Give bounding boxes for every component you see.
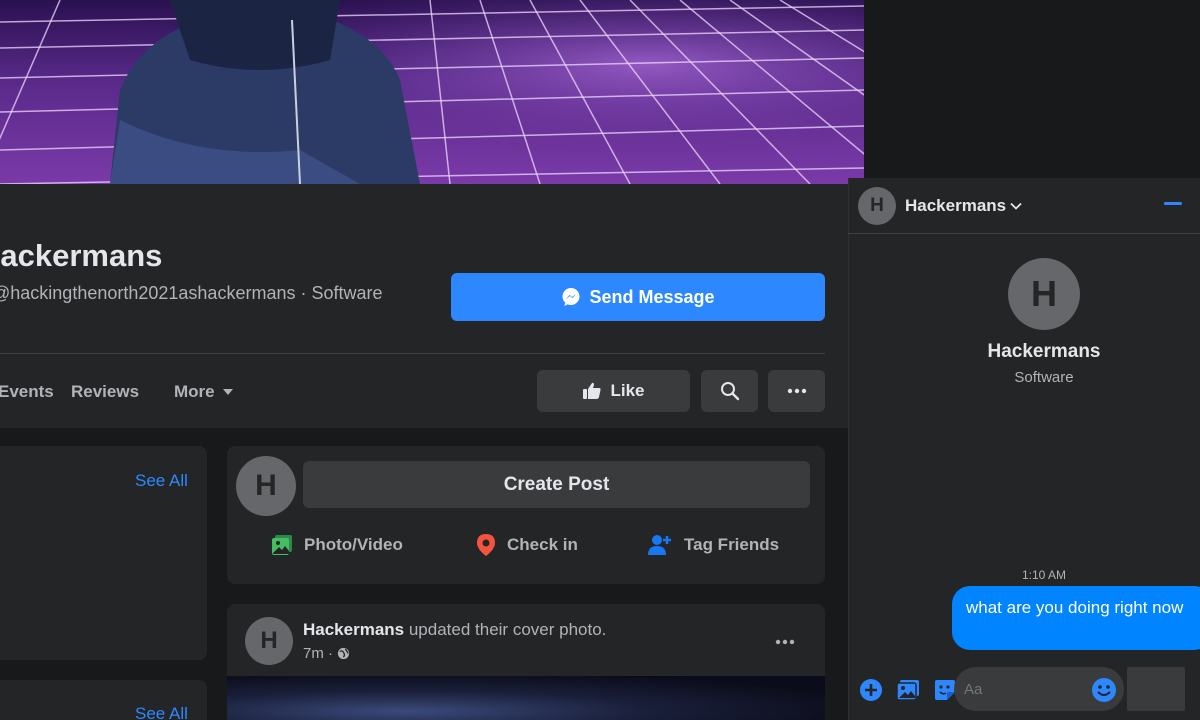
create-post-button[interactable]: Create Post xyxy=(303,461,810,508)
message-timestamp: 1:10 AM xyxy=(1021,568,1067,582)
emoji-button[interactable] xyxy=(1091,677,1117,703)
tab-reviews-label: Reviews xyxy=(71,382,140,401)
like-send-button[interactable] xyxy=(1127,667,1185,711)
chat-header-avatar[interactable]: H xyxy=(858,187,896,225)
search-icon xyxy=(720,382,739,401)
post-cover-image[interactable] xyxy=(227,676,825,720)
photo-video-label: Photo/Video xyxy=(304,535,403,554)
search-button[interactable] xyxy=(701,370,758,412)
message-text: what are you doing right now xyxy=(966,598,1184,617)
post-header: Hackermans updated their cover photo. xyxy=(303,620,606,640)
chat-profile-category: Software xyxy=(1014,369,1074,386)
minimize-chat-button[interactable] xyxy=(1164,202,1182,205)
thumbs-up-icon xyxy=(583,382,602,399)
tag-friends-button[interactable]: Tag Friends xyxy=(648,533,779,557)
plus-circle-icon xyxy=(860,679,882,701)
ellipsis-icon xyxy=(775,639,795,645)
post-action: updated their cover photo. xyxy=(404,620,607,639)
tab-more-label: More xyxy=(174,382,215,401)
chat-profile-name: Hackermans xyxy=(987,341,1101,362)
caret-down-icon xyxy=(222,389,233,395)
avatar[interactable]: H xyxy=(236,456,296,516)
tag-friends-icon xyxy=(648,535,671,555)
tab-events[interactable]: Events xyxy=(0,382,54,402)
cover-right-background xyxy=(864,0,1200,178)
check-in-button[interactable]: Check in xyxy=(475,533,578,557)
send-message-label: Send Message xyxy=(589,286,715,307)
see-all-link[interactable]: See All xyxy=(135,471,188,491)
post-author[interactable]: Hackermans xyxy=(303,620,404,639)
post-avatar[interactable]: H xyxy=(245,617,293,665)
synthwave-grid-image xyxy=(0,0,864,184)
globe-icon xyxy=(337,647,350,660)
see-all-link-2[interactable]: See All xyxy=(135,704,188,720)
page-title: Hackermans xyxy=(0,238,163,273)
tag-friends-label: Tag Friends xyxy=(684,535,780,554)
tab-more[interactable]: More xyxy=(174,382,233,402)
post-options-button[interactable] xyxy=(770,628,800,652)
send-message-button[interactable]: Send Message xyxy=(451,273,825,321)
chat-header-name-button[interactable]: Hackermans xyxy=(905,196,1022,216)
messenger-icon xyxy=(562,288,580,306)
header-divider xyxy=(0,353,825,354)
create-post-label: Create Post xyxy=(503,473,610,495)
chat-profile-avatar[interactable]: H xyxy=(1008,258,1080,330)
ellipsis-icon xyxy=(787,388,806,394)
tab-reviews[interactable]: Reviews xyxy=(71,382,139,402)
chevron-down-icon xyxy=(1010,202,1022,210)
cover-photo xyxy=(0,0,864,184)
image-icon xyxy=(896,680,919,701)
more-options-button[interactable] xyxy=(768,370,825,412)
photo-video-button[interactable]: Photo/Video xyxy=(270,533,403,557)
location-pin-icon xyxy=(477,534,495,556)
page-subtitle: @hackingthenorth2021ashackermans · Softw… xyxy=(0,283,383,303)
like-button[interactable]: Like xyxy=(537,370,690,412)
like-label: Like xyxy=(610,381,645,400)
message-input[interactable] xyxy=(964,677,1084,701)
emoji-icon xyxy=(1092,678,1116,702)
message-bubble[interactable]: what are you doing right now xyxy=(952,586,1200,650)
tab-events-label: Events xyxy=(0,382,54,401)
chat-header-name: Hackermans xyxy=(905,196,1007,215)
post-timestamp: 7m · xyxy=(303,645,350,662)
post-time-text[interactable]: 7m · xyxy=(303,645,333,662)
more-actions-button[interactable] xyxy=(858,677,884,703)
photo-icon xyxy=(272,535,292,555)
attach-image-button[interactable] xyxy=(895,677,921,703)
check-in-label: Check in xyxy=(507,535,578,554)
chat-header xyxy=(848,178,1200,234)
